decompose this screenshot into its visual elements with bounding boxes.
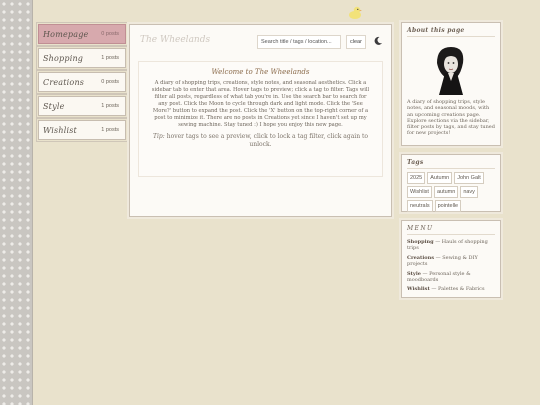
menu-item-name: Shopping <box>407 239 434 245</box>
menu-item-name: Wishlist <box>407 286 430 293</box>
sidebar-item-creations[interactable]: Creations 0 posts <box>38 72 126 92</box>
search-input[interactable]: Search title / tags / location... <box>257 35 341 49</box>
tags-widget: Tags 2025 Autumn John Galt Wishlist autu… <box>401 154 501 212</box>
menu-title: MENU <box>407 225 495 235</box>
menu-item-desc: — Palettes & Fabrics <box>431 286 485 293</box>
tag-2025[interactable]: 2025 <box>407 172 426 184</box>
about-text: A diary of shopping trips, style notes, … <box>407 99 495 137</box>
post-count: 1 posts <box>101 127 119 133</box>
post-count: 0 posts <box>101 79 119 85</box>
menu-item-name: Creations <box>407 254 435 261</box>
menu-item-style[interactable]: Style — Personal style & moodboards <box>407 271 495 284</box>
menu-item-shopping[interactable]: Shopping — Hauls of shopping trips <box>407 239 495 252</box>
post-count: 1 posts <box>101 55 119 61</box>
post-count: 0 posts <box>101 31 119 37</box>
tag-autumn-cap[interactable]: Autumn <box>427 172 453 184</box>
menu-item-creations[interactable]: Creations — Sewing & DIY projects <box>407 255 495 268</box>
sidebar-item-label: Homepage <box>43 29 89 39</box>
sidebar-item-shopping[interactable]: Shopping 1 posts <box>38 48 126 68</box>
moon-icon[interactable] <box>373 36 383 46</box>
sidebar-item-homepage[interactable]: Homepage 0 posts <box>38 24 126 44</box>
tip-label: Tip: <box>153 133 165 140</box>
welcome-title: Welcome to The Wheelands <box>211 68 310 76</box>
sidebar-item-label: Creations <box>43 77 85 87</box>
tags-title: Tags <box>407 159 495 169</box>
menu-widget: MENU Shopping — Hauls of shopping trips … <box>401 220 501 298</box>
sidebar-item-label: Wishlist <box>43 125 77 135</box>
welcome-card: Welcome to The Wheelands A diary of shop… <box>138 61 383 177</box>
menu-item-wishlist[interactable]: Wishlist — Palettes & Fabrics <box>407 286 495 292</box>
about-widget: About this page A diary of shopping trip… <box>401 22 501 146</box>
sidebar-item-wishlist[interactable]: Wishlist 1 posts <box>38 120 126 140</box>
post-count: 1 posts <box>101 103 119 109</box>
sidebar: Homepage 0 posts Shopping 1 posts Creati… <box>38 24 126 144</box>
tag-wishlist[interactable]: Wishlist <box>407 186 432 198</box>
tag-neutrals[interactable]: neutrals <box>407 200 433 212</box>
tip-text: Tip: hover tags to see a preview, click … <box>149 133 372 149</box>
duck-icon <box>349 6 362 19</box>
tag-list: 2025 Autumn John Galt Wishlist autumn na… <box>407 172 495 212</box>
tag-navy[interactable]: navy <box>460 186 478 198</box>
main-panel: The Wheelands Search title / tags / loca… <box>129 24 392 217</box>
tag-autumn[interactable]: autumn <box>433 186 459 198</box>
clear-button[interactable]: clear <box>346 35 366 49</box>
about-title: About this page <box>407 27 495 37</box>
tag-john-galt[interactable]: John Galt <box>454 172 484 184</box>
menu-item-name: Style <box>407 270 421 277</box>
welcome-body: A diary of shopping trips, creations, st… <box>151 80 370 128</box>
sidebar-item-label: Style <box>43 101 65 111</box>
sidebar-item-style[interactable]: Style 1 posts <box>38 96 126 116</box>
tip-body: hover tags to see a preview, click to lo… <box>166 133 368 148</box>
portrait-image <box>427 43 475 95</box>
sidebar-item-label: Shopping <box>43 53 84 63</box>
polka-dot-border <box>0 0 33 405</box>
page-title: The Wheelands <box>140 35 211 45</box>
tag-pointelle[interactable]: pointelle <box>434 200 462 212</box>
